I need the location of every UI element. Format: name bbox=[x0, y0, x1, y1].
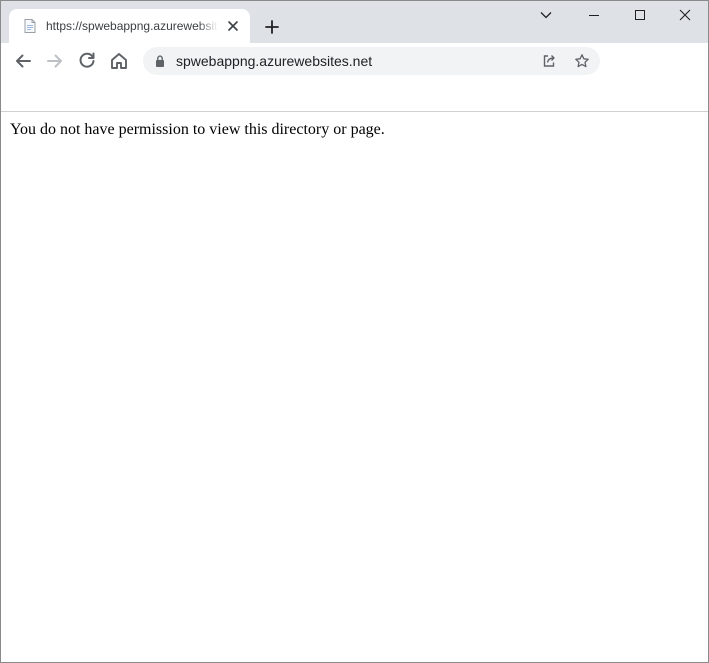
home-button[interactable] bbox=[107, 49, 131, 73]
maximize-button[interactable] bbox=[617, 1, 663, 31]
page-icon bbox=[22, 18, 38, 34]
bookmark-star-icon[interactable] bbox=[574, 53, 590, 69]
page-content: You do not have permission to view this … bbox=[1, 112, 708, 662]
minimize-button[interactable] bbox=[571, 1, 617, 31]
close-icon bbox=[679, 9, 691, 21]
plus-icon bbox=[265, 20, 279, 34]
back-button[interactable] bbox=[11, 49, 35, 73]
tab-title: https://spwebappng.azurewebsites.net bbox=[46, 18, 218, 34]
tab-search-button[interactable] bbox=[523, 1, 569, 31]
chevron-down-icon bbox=[540, 12, 552, 19]
share-icon[interactable] bbox=[541, 53, 557, 69]
active-tab[interactable]: https://spwebappng.azurewebsites.net bbox=[9, 9, 250, 43]
url-text[interactable]: spwebappng.azurewebsites.net bbox=[176, 53, 372, 69]
new-tab-button[interactable] bbox=[260, 15, 284, 39]
lock-icon[interactable] bbox=[153, 54, 167, 68]
home-icon bbox=[111, 53, 127, 69]
tab-strip: https://spwebappng.azurewebsites.net bbox=[1, 1, 708, 43]
minimize-icon bbox=[589, 15, 599, 16]
arrow-left-icon bbox=[16, 54, 31, 68]
close-tab-icon[interactable] bbox=[225, 18, 241, 34]
maximize-icon bbox=[635, 10, 645, 20]
close-window-button[interactable] bbox=[662, 1, 708, 31]
reload-button[interactable] bbox=[75, 49, 99, 73]
forward-button[interactable] bbox=[43, 49, 67, 73]
browser-toolbar: spwebappng.azurewebsites.net bbox=[1, 43, 708, 79]
error-message: You do not have permission to view this … bbox=[10, 121, 385, 138]
browser-window: https://spwebappng.azurewebsites.net bbox=[0, 0, 709, 663]
address-bar[interactable]: spwebappng.azurewebsites.net bbox=[143, 47, 600, 75]
reload-icon bbox=[79, 52, 95, 68]
arrow-right-icon bbox=[47, 54, 62, 68]
